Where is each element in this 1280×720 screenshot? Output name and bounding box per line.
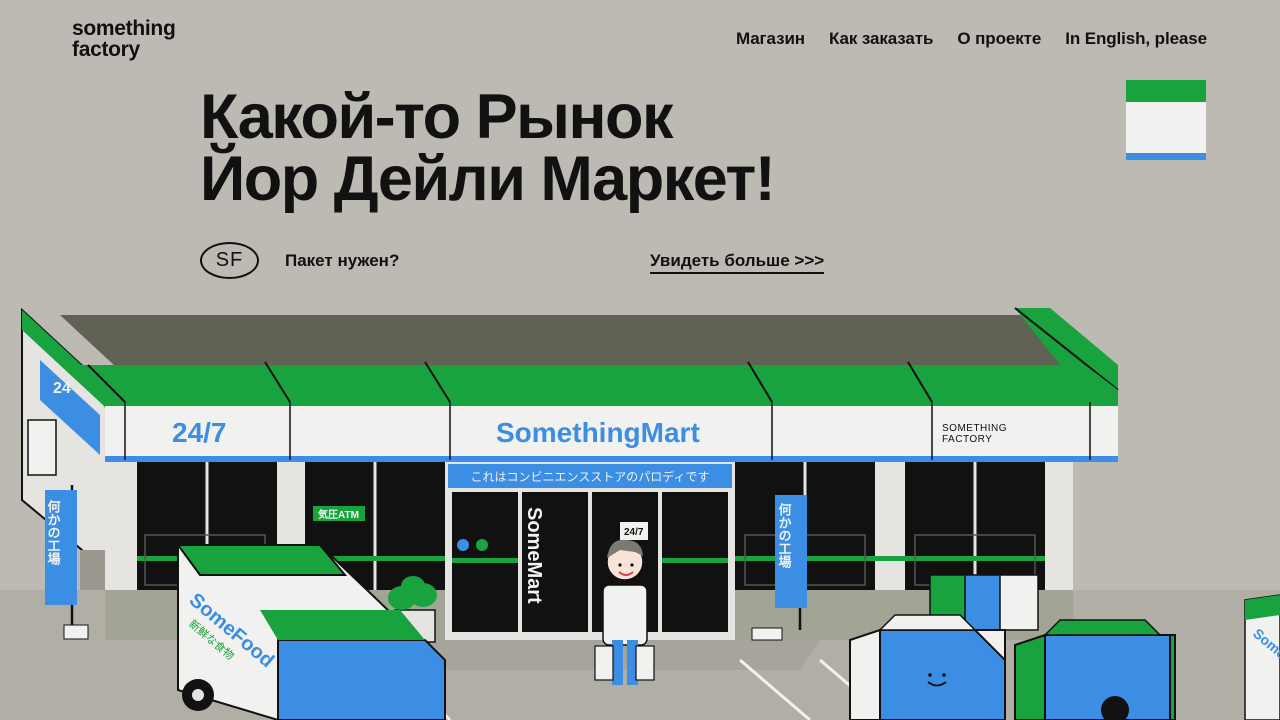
nav-link-english[interactable]: In English, please — [1065, 29, 1207, 49]
atm-sign: 気圧ATM — [317, 508, 359, 521]
sign-store-name: SomethingMart — [496, 417, 700, 448]
store-illustration: 24 24/7 SomethingMart SOMETHING FACTORY — [0, 307, 1280, 720]
color-flag-icon — [1126, 80, 1206, 160]
parody-banner: これはコンビニエンスストアのパロディです — [471, 469, 710, 484]
page-headline: Какой-то Рынок Йор Дейли Маркет! — [200, 82, 776, 214]
logo-line-1: something — [72, 17, 176, 40]
flag-left-text: 何かの工場 — [46, 499, 61, 566]
flag-right-text: 何かの工場 — [777, 502, 792, 569]
sign-brand-line-1: SOMETHING — [942, 423, 1007, 434]
sign-247: 24/7 — [172, 417, 227, 448]
headline-line-2: Йор Дейли Маркет! — [200, 144, 776, 214]
door-sticker: 24/7 — [624, 527, 644, 538]
logo-link[interactable]: something factory — [72, 17, 176, 61]
bag-question: Пакет нужен? — [285, 251, 400, 270]
nav-link-about[interactable]: О проекте — [957, 29, 1041, 49]
door-text: SomeMart — [523, 507, 545, 604]
see-more-link[interactable]: Увидеть больше >>> — [650, 251, 825, 274]
side-24-sign: 24 — [53, 380, 71, 397]
logo-line-2: factory — [72, 38, 140, 61]
sf-badge: SF — [200, 242, 259, 279]
main-nav: Магазин Как заказать О проекте In Englis… — [736, 29, 1207, 49]
sign-brand-line-2: FACTORY — [942, 434, 992, 445]
nav-link-how-to-order[interactable]: Как заказать — [829, 29, 933, 49]
nav-link-shop[interactable]: Магазин — [736, 29, 805, 49]
headline-line-1: Какой-то Рынок — [200, 82, 674, 152]
